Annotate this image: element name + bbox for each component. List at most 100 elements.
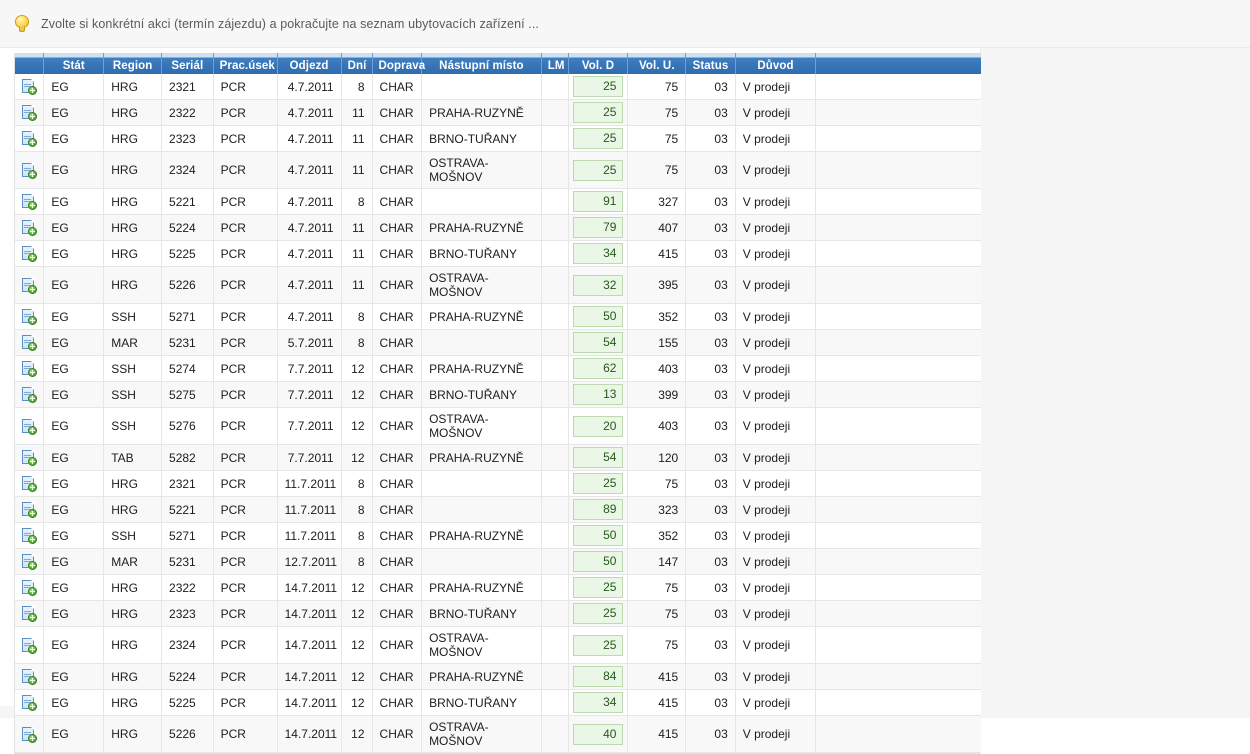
document-add-icon[interactable] (21, 449, 38, 466)
vol-d-value[interactable]: 34 (572, 243, 624, 264)
column-header-duvod[interactable]: Důvod (735, 53, 817, 74)
cell-vol-d[interactable]: 62 (568, 355, 629, 382)
column-header-lm[interactable]: LM (541, 53, 569, 74)
table-row[interactable]: EG HRG 2323 PCR 4.7.2011 11 CHAR BRNO-TUŘANY 25 7… (15, 125, 981, 152)
table-row[interactable]: EG HRG 2322 PCR 4.7.2011 11 CHAR PRAHA-RUZYNĚ 25… (15, 99, 981, 126)
table-row[interactable]: EG HRG 5226 PCR 4.7.2011 11 CHAR OSTRAVA-MOŠNOV… (15, 266, 981, 304)
vol-d-value[interactable]: 25 (572, 634, 624, 656)
table-row[interactable]: EG MAR 5231 PCR 12.7.2011 8 CHAR 50 147 03 V prode… (15, 548, 981, 575)
document-add-icon[interactable] (21, 501, 38, 518)
row-select-cell[interactable] (15, 303, 45, 330)
table-row[interactable]: EG HRG 2321 PCR 4.7.2011 8 CHAR 25 75 03 V prodeji (15, 74, 981, 100)
vol-d-value[interactable]: 25 (572, 473, 624, 494)
document-add-icon[interactable] (21, 334, 38, 351)
cell-vol-d[interactable]: 25 (568, 626, 629, 664)
row-select-cell[interactable] (15, 663, 45, 690)
document-add-icon[interactable] (21, 360, 38, 377)
vol-d-value[interactable]: 54 (572, 332, 624, 353)
document-add-icon[interactable] (21, 245, 38, 262)
document-add-icon[interactable] (21, 527, 38, 544)
row-select-cell[interactable] (15, 470, 45, 497)
row-select-cell[interactable] (15, 240, 45, 267)
row-select-cell[interactable] (15, 689, 45, 716)
column-header-doprava[interactable]: Doprava (372, 53, 425, 74)
column-header-volu[interactable]: Vol. U. (627, 53, 687, 74)
column-header-stat[interactable]: Stát (43, 53, 105, 74)
vol-d-value[interactable]: 62 (572, 358, 624, 379)
vol-d-value[interactable]: 25 (572, 76, 624, 97)
vol-d-value[interactable]: 50 (572, 551, 624, 572)
vol-d-value[interactable]: 32 (572, 274, 624, 296)
cell-vol-d[interactable]: 84 (568, 663, 629, 690)
table-row[interactable]: EG SSH 5276 PCR 7.7.2011 12 CHAR OSTRAVA-MOŠNOV… (15, 407, 981, 445)
table-row[interactable]: EG SSH 5271 PCR 11.7.2011 8 CHAR PRAHA-RUZYNĚ 50… (15, 522, 981, 549)
vol-d-value[interactable]: 91 (572, 191, 624, 212)
vol-d-value[interactable]: 20 (572, 415, 624, 437)
table-row[interactable]: EG HRG 2322 PCR 14.7.2011 12 CHAR PRAHA-RUZYNĚ 2… (15, 574, 981, 601)
cell-vol-d[interactable]: 40 (568, 715, 629, 753)
column-header-status[interactable]: Status (685, 53, 736, 74)
cell-vol-d[interactable]: 54 (568, 444, 629, 471)
table-row[interactable]: EG HRG 5225 PCR 4.7.2011 11 CHAR BRNO-TUŘANY 34 4… (15, 240, 981, 267)
cell-vol-d[interactable]: 34 (568, 240, 629, 267)
document-add-icon[interactable] (21, 130, 38, 147)
column-header-nastup[interactable]: Nástupní místo (421, 53, 542, 74)
cell-vol-d[interactable]: 25 (568, 600, 629, 627)
document-add-icon[interactable] (21, 418, 38, 435)
cell-vol-d[interactable]: 25 (568, 470, 629, 497)
document-add-icon[interactable] (21, 308, 38, 325)
cell-vol-d[interactable]: 89 (568, 496, 629, 523)
document-add-icon[interactable] (21, 668, 38, 685)
cell-vol-d[interactable]: 25 (568, 574, 629, 601)
row-select-cell[interactable] (15, 266, 45, 304)
row-select-cell[interactable] (15, 600, 45, 627)
vol-d-value[interactable]: 13 (572, 384, 624, 405)
table-row[interactable]: EG HRG 2321 PCR 11.7.2011 8 CHAR 25 75 03 V prodej… (15, 470, 981, 497)
cell-vol-d[interactable]: 50 (568, 522, 629, 549)
row-select-cell[interactable] (15, 496, 45, 523)
cell-vol-d[interactable]: 50 (568, 303, 629, 330)
column-header-extra[interactable] (815, 53, 981, 74)
column-header-dni[interactable]: Dní (341, 53, 373, 74)
cell-vol-d[interactable]: 50 (568, 548, 629, 575)
row-select-cell[interactable] (15, 74, 45, 100)
cell-vol-d[interactable]: 13 (568, 381, 629, 408)
table-row[interactable]: EG HRG 2324 PCR 14.7.2011 12 CHAR OSTRAVA-MOŠNO… (15, 626, 981, 664)
row-select-cell[interactable] (15, 151, 45, 189)
cell-vol-d[interactable]: 79 (568, 214, 629, 241)
row-select-cell[interactable] (15, 329, 45, 356)
vol-d-value[interactable]: 34 (572, 692, 624, 713)
table-row[interactable]: EG TAB 5282 PCR 7.7.2011 12 CHAR PRAHA-RUZYNĚ 54… (15, 444, 981, 471)
document-add-icon[interactable] (21, 162, 38, 179)
table-row[interactable]: EG MAR 5231 PCR 5.7.2011 8 CHAR 54 155 03 V prodej… (15, 329, 981, 356)
document-add-icon[interactable] (21, 605, 38, 622)
column-header-region[interactable]: Region (103, 53, 163, 74)
document-add-icon[interactable] (21, 104, 38, 121)
vol-d-value[interactable]: 54 (572, 447, 624, 468)
document-add-icon[interactable] (21, 637, 38, 654)
table-row[interactable]: EG HRG 5221 PCR 11.7.2011 8 CHAR 89 323 03 V prode… (15, 496, 981, 523)
table-row[interactable]: EG SSH 5275 PCR 7.7.2011 12 CHAR BRNO-TUŘANY 13 3… (15, 381, 981, 408)
row-select-cell[interactable] (15, 715, 45, 753)
table-row[interactable]: EG HRG 5226 PCR 14.7.2011 12 CHAR OSTRAVA-MOŠNO… (15, 715, 981, 753)
cell-vol-d[interactable]: 54 (568, 329, 629, 356)
column-header-odjezd[interactable]: Odjezd (277, 53, 342, 74)
vol-d-value[interactable]: 25 (572, 102, 624, 123)
table-row[interactable]: EG HRG 5224 PCR 14.7.2011 12 CHAR PRAHA-RUZYNĚ 8… (15, 663, 981, 690)
row-select-cell[interactable] (15, 626, 45, 664)
cell-vol-d[interactable]: 25 (568, 99, 629, 126)
row-select-cell[interactable] (15, 99, 45, 126)
row-select-cell[interactable] (15, 548, 45, 575)
table-row[interactable]: EG HRG 5221 PCR 4.7.2011 8 CHAR 91 327 03 V prodej… (15, 188, 981, 215)
row-select-cell[interactable] (15, 381, 45, 408)
table-row[interactable]: EG SSH 5271 PCR 4.7.2011 8 CHAR PRAHA-RUZYNĚ 50 3… (15, 303, 981, 330)
row-select-cell[interactable] (15, 125, 45, 152)
cell-vol-d[interactable]: 91 (568, 188, 629, 215)
vol-d-value[interactable]: 25 (572, 159, 624, 181)
vol-d-value[interactable]: 84 (572, 666, 624, 687)
document-add-icon[interactable] (21, 475, 38, 492)
row-select-cell[interactable] (15, 355, 45, 382)
vol-d-value[interactable]: 40 (572, 723, 624, 745)
vol-d-value[interactable]: 25 (572, 128, 624, 149)
row-select-cell[interactable] (15, 444, 45, 471)
